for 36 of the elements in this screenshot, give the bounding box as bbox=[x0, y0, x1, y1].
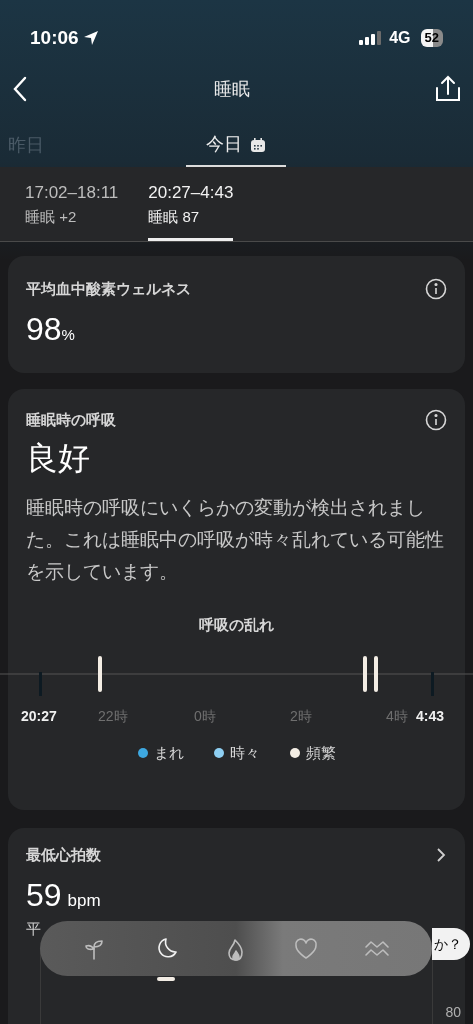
start-time: 20:27 bbox=[21, 707, 57, 726]
legend-label: 時々 bbox=[229, 743, 260, 763]
signal-icon bbox=[359, 31, 384, 45]
page-title: 睡眠 bbox=[213, 77, 250, 101]
time-axis-label: 4時 bbox=[386, 707, 408, 726]
oxygen-unit: % bbox=[61, 325, 75, 345]
session-tab[interactable]: 20:27–4:43 睡眠 87 bbox=[148, 167, 234, 241]
legend-label: 頻繁 bbox=[305, 743, 336, 763]
help-pill[interactable]: か？ bbox=[432, 928, 470, 960]
time-axis-label: 22時 bbox=[98, 707, 128, 726]
chart-axis-label: 80 bbox=[445, 1003, 461, 1022]
chevron-right-icon[interactable] bbox=[435, 847, 447, 864]
info-icon[interactable] bbox=[425, 278, 447, 301]
time-axis-label: 2時 bbox=[290, 707, 312, 726]
active-indicator bbox=[156, 976, 175, 981]
legend-label: まれ bbox=[153, 743, 184, 763]
end-time: 4:43 bbox=[416, 707, 445, 726]
heart-rate-subtitle: 平 bbox=[26, 918, 42, 939]
battery-indicator: 52 bbox=[420, 29, 443, 47]
network-label: 4G bbox=[389, 28, 411, 48]
oxygen-value: 98 bbox=[26, 309, 62, 349]
card-title: 睡眠時の呼吸 bbox=[26, 410, 116, 430]
breathing-rating: 良好 bbox=[25, 438, 91, 478]
info-icon[interactable] bbox=[425, 409, 447, 432]
heart-rate-value: 59 bbox=[26, 875, 62, 915]
card-title: 最低心拍数 bbox=[26, 845, 101, 865]
card-title: 平均血中酸素ウェルネス bbox=[26, 279, 191, 299]
heart-rate-unit: bpm bbox=[67, 889, 101, 912]
share-icon[interactable] bbox=[433, 74, 463, 104]
time-axis-label: 0時 bbox=[194, 707, 216, 726]
session-tab[interactable]: 17:02–18:11 睡眠 +2 bbox=[25, 167, 119, 241]
breathing-description: 睡眠時の呼吸にいくらかの変動が検出されました。これは睡眠中の呼吸が時々乱れている可能性を示しています。 bbox=[25, 495, 445, 584]
clock-time: 10:06 bbox=[30, 25, 79, 50]
location-arrow-icon bbox=[82, 30, 99, 46]
calendar-icon bbox=[250, 136, 266, 153]
chart-title: 呼吸の乱れ bbox=[198, 614, 275, 635]
